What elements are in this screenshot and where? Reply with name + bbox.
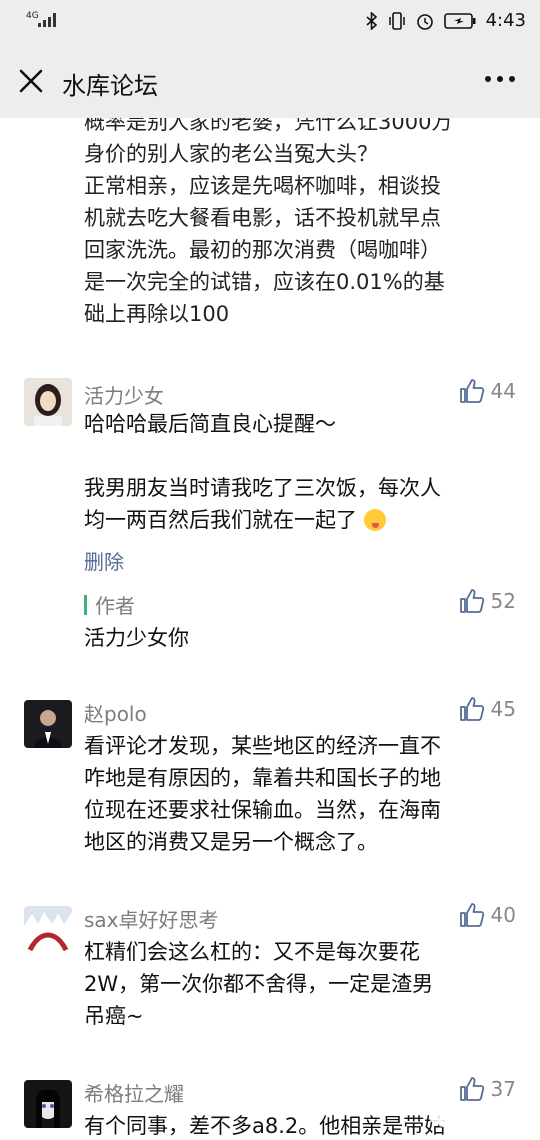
comment-line: 位现在还要求社保输血。当然，在海南 [84,798,441,822]
thumbs-up-icon [459,589,484,613]
article-line: 正常相亲，应该是先喝杯咖啡，相谈投 [84,174,441,198]
comment-text: 杠精们会这么杠的：又不是每次要花 2W，第一次你都不舍得，一定是渣男 吊癌~ [84,936,524,1032]
page-title: 水库论坛 [62,72,158,100]
article-line: 身价的别人家的老公当冤大头？ [84,142,378,166]
like-count: 40 [490,903,516,927]
comment-line: 咋地是有原因的，靠着共和国长子的地 [84,766,441,790]
article-line: 是一次完全的试错，应该在0.01%的基 [84,270,445,294]
like-count: 52 [490,589,516,613]
avatar[interactable] [24,378,72,426]
comment-text: 看评论才发现，某些地区的经济一直不 咋地是有原因的，靠着共和国长子的地 位现在还… [84,730,524,858]
close-icon[interactable] [16,66,46,96]
commenter-name[interactable]: 赵polo [84,698,147,727]
comment-line: 杠精们会这么杠的：又不是每次要花 [84,940,420,964]
avatar[interactable] [24,1080,72,1128]
title-bar: 水库论坛 [0,44,540,118]
comment-line: 地区的消费又是另一个概念了。 [84,830,378,854]
author-tag-bar [84,594,87,615]
battery-icon [443,12,476,29]
article-line: 机就去吃大餐看电影，话不投机就早点 [84,206,441,230]
like-count: 37 [490,1077,516,1101]
thumbs-up-icon [459,697,484,721]
article-text: 概率是别人家的老婆，凭什么让3000万 身价的别人家的老公当冤大头？ 正常相亲，… [84,118,524,330]
bluetooth-icon [366,11,377,30]
comment-line: 2W，第一次你都不舍得，一定是渣男 [84,972,434,996]
signal-icon [38,13,56,27]
more-options-icon[interactable] [482,64,518,94]
thumbs-up-icon [459,379,484,403]
like-button[interactable]: 40 [459,902,516,928]
like-button[interactable]: 45 [459,696,516,722]
comment-line: 均一两百然后我们就在一起了 [84,508,357,532]
article-line: 概率是别人家的老婆，凭什么让3000万 [84,118,453,134]
clock: 4:43 [485,10,526,31]
author-label: 作者 [95,594,135,618]
thumbs-up-icon [459,903,484,927]
winking-tongue-emoji-icon [363,509,386,531]
avatar[interactable] [24,700,72,748]
avatar[interactable] [24,906,72,954]
alarm-icon [416,13,433,30]
comment-line: 吊癌~ [84,1004,144,1028]
watermark: 数据小报圈 [429,1109,532,1130]
like-count: 44 [490,379,516,403]
comment-feed[interactable]: 概率是别人家的老婆，凭什么让3000万 身价的别人家的老公当冤大头？ 正常相亲，… [0,118,540,1140]
reply-like-button[interactable]: 52 [459,588,516,614]
watermark-text: 数据小报圈 [456,1111,532,1129]
article-line: 础上再除以100 [84,302,230,326]
comment-line: 我男朋友当时请我吃了三次饭，每次人 [84,476,441,500]
like-button[interactable]: 44 [459,378,516,404]
comment-text: 哈哈哈最后简直良心提醒～ 我男朋友当时请我吃了三次饭，每次人 均一两百然后我们就… [84,408,524,536]
reply-text: 活力少女你 [84,626,189,650]
article-line: 回家洗洗。最初的那次消费（喝咖啡） [84,238,441,262]
commenter-name[interactable]: 活力少女 [84,380,164,409]
vibrate-icon [388,11,405,30]
status-bar: 4G 4:43 [0,0,540,44]
network-indicator: 4G [26,11,39,21]
like-button[interactable]: 37 [459,1076,516,1102]
delete-button[interactable]: 删除 [84,546,124,575]
comment-line: 看评论才发现，某些地区的经济一直不 [84,734,441,758]
author-reply-tag: 作者 [84,590,135,619]
comment-line: 哈哈哈最后简直良心提醒～ [84,412,336,436]
commenter-name[interactable]: 希格拉之耀 [84,1078,184,1107]
commenter-name[interactable]: sax卓好好思考 [84,904,219,933]
wechat-logo-icon [429,1111,450,1127]
like-count: 45 [490,697,516,721]
thumbs-up-icon [459,1077,484,1101]
